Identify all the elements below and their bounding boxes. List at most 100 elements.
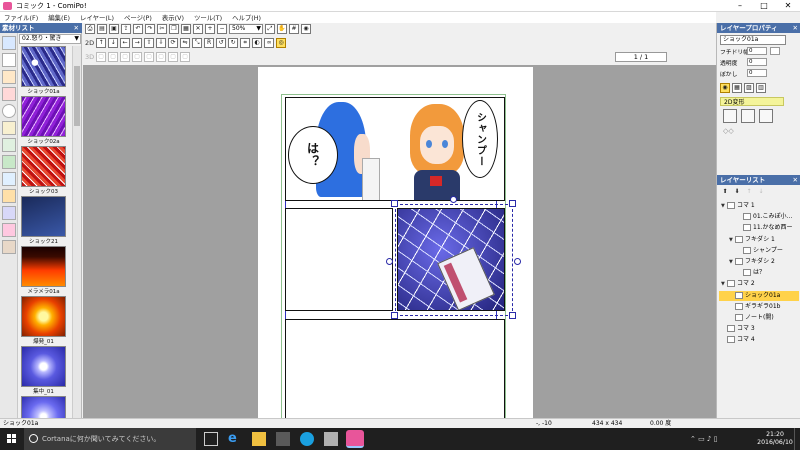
export-icon[interactable]: ⇪ bbox=[121, 24, 131, 34]
move-right-icon[interactable]: → bbox=[132, 38, 143, 48]
move-up-icon[interactable]: ⬆ bbox=[720, 188, 730, 198]
speech-bubble-1[interactable]: シャンプー bbox=[462, 100, 498, 178]
crop-icon[interactable]: ⌗ bbox=[240, 38, 251, 48]
transform-mode-scale-button[interactable] bbox=[741, 109, 755, 123]
tab-2d-transform[interactable]: 2D変形 bbox=[720, 97, 784, 106]
box-icon[interactable] bbox=[2, 189, 16, 203]
preview-icon[interactable]: ◉ bbox=[301, 24, 311, 34]
tree-icon[interactable] bbox=[2, 155, 16, 169]
rotate-handle[interactable] bbox=[514, 258, 521, 265]
menu-tools[interactable]: ツール(T) bbox=[194, 13, 222, 22]
grid-icon[interactable]: # bbox=[289, 24, 299, 34]
layer-row[interactable]: ノート(開) bbox=[719, 313, 799, 323]
layer-row[interactable]: コマ 4 bbox=[719, 335, 799, 345]
favorite-icon[interactable] bbox=[2, 240, 16, 254]
layer-row[interactable]: コマ 3 bbox=[719, 324, 799, 334]
border-color-swatch[interactable] bbox=[770, 47, 780, 55]
save-icon[interactable]: ▣ bbox=[109, 24, 119, 34]
manga-page[interactable]: シャンプー は？ bbox=[258, 67, 533, 418]
close-icon[interactable]: ✕ bbox=[74, 23, 79, 33]
rotate-left-icon[interactable]: ↺ bbox=[216, 38, 227, 48]
delete-icon[interactable]: ✕ bbox=[193, 24, 203, 34]
material-list-scrollbar[interactable] bbox=[72, 46, 81, 418]
background-icon[interactable] bbox=[2, 53, 16, 67]
rotate-right-icon[interactable]: ↻ bbox=[228, 38, 239, 48]
speech-bubble-icon[interactable] bbox=[2, 104, 16, 118]
frame-icon[interactable] bbox=[2, 206, 16, 220]
material-item[interactable]: メラメラ01a bbox=[21, 246, 66, 295]
blur-input[interactable]: 0 bbox=[747, 69, 767, 77]
selection-mode-icon[interactable]: ◎ bbox=[276, 38, 287, 48]
transform-mode-move-button[interactable] bbox=[723, 109, 737, 123]
zoom-out-icon[interactable]: − bbox=[217, 24, 227, 34]
resize-handle[interactable] bbox=[391, 312, 398, 319]
close-icon[interactable]: ✕ bbox=[793, 23, 798, 33]
layer-row[interactable]: ▼ フキダシ 2 bbox=[719, 257, 799, 267]
menu-edit[interactable]: 編集(E) bbox=[48, 13, 70, 22]
material-item[interactable]: 爆発_01 bbox=[21, 296, 66, 345]
layer-row[interactable]: シャンプー bbox=[719, 246, 799, 256]
text-icon[interactable] bbox=[2, 121, 16, 135]
close-icon[interactable]: ✕ bbox=[793, 175, 798, 185]
effect-icon[interactable] bbox=[2, 138, 16, 152]
redo-icon[interactable]: ↷ bbox=[145, 24, 155, 34]
panel-4[interactable] bbox=[285, 319, 505, 418]
resize-handle[interactable] bbox=[509, 312, 516, 319]
shape-icons[interactable]: ◇◇ bbox=[723, 127, 734, 135]
material-item[interactable]: ショック02a bbox=[21, 96, 66, 145]
app-icon[interactable] bbox=[324, 432, 338, 446]
reset-icon[interactable]: R bbox=[204, 38, 215, 48]
material-category-select[interactable]: 02.怒り・驚き ▼ bbox=[19, 34, 81, 44]
open-icon[interactable]: ▤ bbox=[97, 24, 107, 34]
shock-effect-icon[interactable] bbox=[2, 223, 16, 237]
layer-name-field[interactable]: ショック01a bbox=[720, 35, 786, 45]
cortana-search[interactable]: Cortanaに何か聞いてみてください。 bbox=[24, 428, 196, 450]
layer-row[interactable]: 11.かなめ西ー bbox=[719, 223, 799, 233]
rotate-icon[interactable]: ⟳ bbox=[168, 38, 179, 48]
link-icon[interactable]: ∞ bbox=[264, 38, 275, 48]
comipo-taskbar-icon[interactable] bbox=[346, 430, 364, 448]
canvas-area[interactable]: シャンプー は？ bbox=[83, 65, 716, 418]
panel-3[interactable] bbox=[285, 208, 393, 311]
character-icon[interactable] bbox=[2, 70, 16, 84]
panel-1[interactable]: シャンプー は？ bbox=[285, 97, 505, 201]
material-item[interactable]: ショック03 bbox=[21, 146, 66, 195]
layer-row[interactable]: ▼ コマ 1 bbox=[719, 201, 799, 211]
mask-icon[interactable]: ◐ bbox=[252, 38, 263, 48]
store-icon[interactable] bbox=[276, 432, 290, 446]
transform-mode-skew-button[interactable] bbox=[759, 109, 773, 123]
flip-icon[interactable]: ⇋ bbox=[180, 38, 191, 48]
skype-icon[interactable] bbox=[300, 432, 314, 446]
scrollbar-thumb[interactable] bbox=[74, 66, 80, 126]
page-indicator[interactable]: 1 / 1 bbox=[615, 52, 667, 62]
material-item[interactable]: ショック01a bbox=[21, 46, 66, 95]
rotate-handle[interactable] bbox=[450, 196, 457, 203]
copy-icon[interactable]: ❐ bbox=[169, 24, 179, 34]
close-button[interactable]: ✕ bbox=[776, 0, 800, 12]
move-down-icon[interactable]: ↓ bbox=[108, 38, 119, 48]
minimize-button[interactable]: – bbox=[728, 0, 752, 12]
maximize-button[interactable]: □ bbox=[752, 0, 776, 12]
layer-row[interactable]: ▼ コマ 2 bbox=[719, 279, 799, 289]
hand-icon[interactable]: ✋ bbox=[277, 24, 287, 34]
bring-front-icon[interactable]: ⇧ bbox=[144, 38, 155, 48]
print-icon[interactable]: ⎙ bbox=[85, 24, 95, 34]
explorer-icon[interactable] bbox=[252, 432, 266, 446]
task-view-icon[interactable] bbox=[204, 432, 218, 446]
resize-handle[interactable] bbox=[509, 200, 516, 207]
menu-help[interactable]: ヘルプ(H) bbox=[232, 13, 261, 22]
layer-row[interactable]: は？ bbox=[719, 268, 799, 278]
show-desktop-button[interactable] bbox=[794, 428, 800, 450]
palette-icon[interactable]: ▥ bbox=[756, 83, 766, 93]
menu-page[interactable]: ページ(P) bbox=[124, 13, 152, 22]
zoom-in-icon[interactable]: + bbox=[205, 24, 215, 34]
edge-icon[interactable]: e bbox=[228, 432, 242, 446]
cut-icon[interactable]: ✂ bbox=[157, 24, 167, 34]
clock[interactable]: 21:20 2016/06/10 bbox=[752, 431, 798, 447]
send-back-icon[interactable]: ⇩ bbox=[156, 38, 167, 48]
layer-row[interactable]: ▼ フキダシ 1 bbox=[719, 235, 799, 245]
resize-handle[interactable] bbox=[391, 200, 398, 207]
visibility-icon[interactable]: ◉ bbox=[720, 83, 730, 93]
item-icon[interactable] bbox=[2, 87, 16, 101]
fit-page-icon[interactable]: ⤢ bbox=[265, 24, 275, 34]
